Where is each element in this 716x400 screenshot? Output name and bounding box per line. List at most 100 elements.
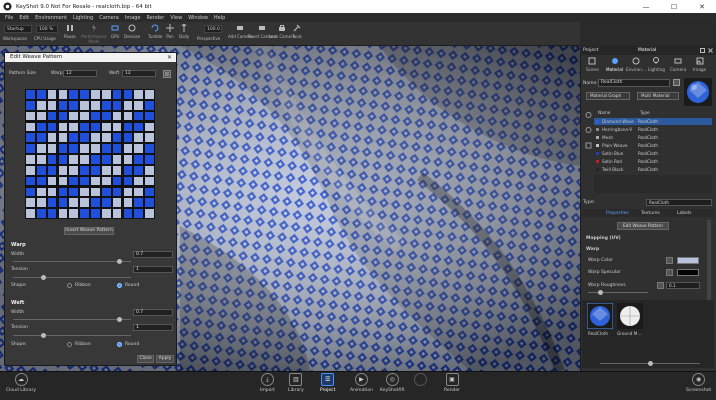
weave-grid-cell[interactable] <box>26 155 35 164</box>
weave-grid-cell[interactable] <box>123 111 133 121</box>
weave-grid-cell[interactable] <box>134 111 144 121</box>
weft-width-field[interactable]: 0.7 <box>133 309 173 316</box>
menu-file[interactable]: File <box>5 15 13 21</box>
material-graph-button[interactable]: Material Graph <box>586 92 630 100</box>
library-button[interactable]: ▥ Library <box>288 373 304 393</box>
weave-grid-cell[interactable] <box>91 90 100 99</box>
weave-grid-cell[interactable] <box>112 111 122 121</box>
weave-grid-cell[interactable] <box>47 133 57 143</box>
weave-grid-cell[interactable] <box>134 198 144 208</box>
warp-ribbon-radio[interactable] <box>67 283 72 288</box>
weave-grid-cell[interactable] <box>47 122 57 132</box>
weave-grid-cell[interactable] <box>134 209 144 218</box>
menu-help[interactable]: Help <box>214 15 225 21</box>
weave-grid-cell[interactable] <box>112 100 122 110</box>
weave-grid-cell[interactable] <box>47 144 57 153</box>
weave-grid-cell[interactable] <box>80 187 89 197</box>
weave-grid-cell[interactable] <box>47 165 57 175</box>
maximize-button[interactable]: ☐ <box>660 0 688 13</box>
weave-grid-cell[interactable] <box>101 209 111 218</box>
screenshot-button[interactable]: ◉ Screenshot <box>686 373 711 393</box>
weave-grid-cell[interactable] <box>145 100 154 110</box>
realcloth-thumbnail[interactable] <box>587 303 613 329</box>
render-button[interactable]: ▣ Render <box>444 373 460 393</box>
material-row[interactable]: Herringbone-V RealCloth <box>594 126 712 133</box>
weave-grid-cell[interactable] <box>69 187 79 197</box>
weave-grid-cell[interactable] <box>80 144 89 153</box>
weave-grid-cell[interactable] <box>80 90 89 99</box>
weave-grid-cell[interactable] <box>26 133 35 143</box>
weft-tension-slider[interactable] <box>13 335 131 336</box>
weave-grid-cell[interactable] <box>80 100 89 110</box>
weave-grid-cell[interactable] <box>145 209 154 218</box>
weave-grid-cell[interactable] <box>58 122 68 132</box>
tab-material[interactable]: Material <box>606 57 623 72</box>
weave-grid-cell[interactable] <box>26 176 35 186</box>
weave-grid-cell[interactable] <box>123 133 133 143</box>
weave-grid-cell[interactable] <box>47 90 57 99</box>
weave-grid-cell[interactable] <box>69 90 79 99</box>
gpu-button[interactable]: GPU <box>111 24 119 39</box>
weave-grid-cell[interactable] <box>123 187 133 197</box>
material-tab-header[interactable]: Material <box>638 48 656 53</box>
weft-round-radio[interactable] <box>117 342 122 347</box>
weave-grid-cell[interactable] <box>69 100 79 110</box>
mapping-section[interactable]: Mapping (UV) <box>586 236 621 241</box>
pause-button[interactable]: Pause <box>64 24 76 39</box>
dolly-button[interactable]: Dolly <box>179 24 189 39</box>
menu-view[interactable]: View <box>170 15 182 21</box>
weave-grid-cell[interactable] <box>91 111 100 121</box>
tab-environment[interactable]: Environ... <box>626 57 646 72</box>
warp-width-slider[interactable] <box>13 261 131 262</box>
weave-grid-cell[interactable] <box>123 155 133 164</box>
cpu-usage-field[interactable]: 100 % <box>36 25 58 33</box>
warp-width-field[interactable]: 0.7 <box>133 251 173 258</box>
weave-grid-cell[interactable] <box>112 165 122 175</box>
edit-weave-pattern-button[interactable]: Edit Weave Pattern <box>617 222 669 230</box>
save-material-icon[interactable] <box>673 79 680 86</box>
weft-ribbon-radio[interactable] <box>67 342 72 347</box>
weave-grid-cell[interactable] <box>91 144 100 153</box>
denoise-button[interactable]: Denoise <box>124 24 140 39</box>
weave-grid-cell[interactable] <box>47 176 57 186</box>
weave-grid-cell[interactable] <box>145 176 154 186</box>
weave-grid-cell[interactable] <box>101 122 111 132</box>
weave-grid-cell[interactable] <box>123 90 133 99</box>
weave-grid-cell[interactable] <box>58 198 68 208</box>
close-dialog-button[interactable]: Close <box>137 355 154 363</box>
weave-grid-cell[interactable] <box>47 187 57 197</box>
warp-roughness-slider[interactable] <box>588 292 648 293</box>
weave-grid-cell[interactable] <box>101 176 111 186</box>
field-of-view-field[interactable]: 100.0 <box>204 25 222 33</box>
material-row[interactable]: Satin Red RealCloth <box>594 158 712 165</box>
warp-roughness-knob[interactable] <box>598 290 603 295</box>
weave-grid-cell[interactable] <box>134 155 144 164</box>
warp-color-swatch[interactable] <box>677 257 699 264</box>
animation-button[interactable]: ▶ Animation <box>350 373 373 393</box>
material-row[interactable]: Twill Black RealCloth <box>594 166 712 173</box>
warp-count-field[interactable]: 12 <box>63 70 97 77</box>
weave-grid-cell[interactable] <box>69 144 79 153</box>
weave-grid-cell[interactable] <box>69 122 79 132</box>
weave-grid-cell[interactable] <box>58 133 68 143</box>
thumbnail-size-knob[interactable] <box>648 361 653 366</box>
weave-grid-cell[interactable] <box>134 100 144 110</box>
weave-grid-cell[interactable] <box>112 198 122 208</box>
tab-scene[interactable]: Scene <box>586 57 599 72</box>
weave-grid-cell[interactable] <box>134 176 144 186</box>
weave-grid-cell[interactable] <box>145 111 154 121</box>
weave-grid-cell[interactable] <box>112 133 122 143</box>
ground-material-thumbnail[interactable] <box>617 303 643 329</box>
weave-grid-cell[interactable] <box>47 111 57 121</box>
weave-grid-cell[interactable] <box>91 122 100 132</box>
material-type-select[interactable]: RealCloth <box>646 199 712 206</box>
weave-grid-cell[interactable] <box>101 90 111 99</box>
warp-section[interactable]: Warp <box>586 247 599 252</box>
weave-grid-cell[interactable] <box>112 187 122 197</box>
weave-grid-cell[interactable] <box>145 198 154 208</box>
weave-grid-cell[interactable] <box>91 198 100 208</box>
warp-tension-slider[interactable] <box>13 277 131 278</box>
weave-grid-cell[interactable] <box>112 122 122 132</box>
performance-mode-button[interactable]: Performance Mode <box>80 24 108 44</box>
weave-grid-cell[interactable] <box>134 187 144 197</box>
